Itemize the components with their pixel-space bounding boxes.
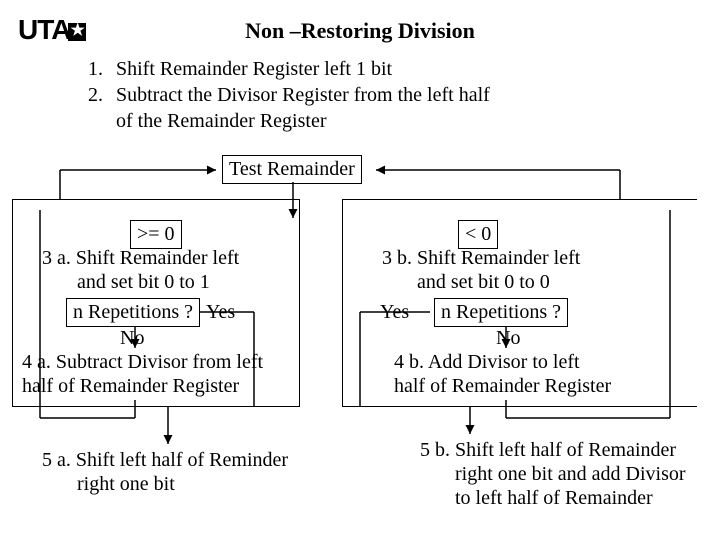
test-remainder-box: Test Remainder — [222, 155, 362, 184]
step-text-1: Shift Remainder Register left 1 bit — [116, 56, 392, 82]
right-step5: 5 b. Shift left half of Remainder right … — [420, 438, 686, 510]
page-title: Non –Restoring Division — [0, 18, 720, 44]
initial-steps: 1. Shift Remainder Register left 1 bit 2… — [88, 56, 648, 134]
right-group-border — [342, 199, 697, 407]
step-num-1: 1. — [88, 56, 116, 82]
left-step5: 5 a. Shift left half of Reminder right o… — [42, 448, 288, 496]
left-group-border — [12, 199, 300, 407]
step-num-2: 2. — [88, 82, 116, 108]
step-text-2b: of the Remainder Register — [116, 108, 327, 134]
step-text-2: Subtract the Divisor Register from the l… — [116, 82, 490, 108]
